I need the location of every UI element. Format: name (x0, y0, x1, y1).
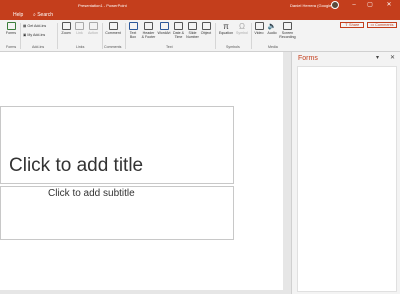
forms-label: Forms (5, 31, 17, 35)
subtitle-placeholder-text: Click to add subtitle (48, 188, 135, 199)
separator (251, 23, 252, 49)
comment-icon (108, 22, 118, 30)
link-label: Link (76, 31, 83, 35)
window-title: Presentation1 - PowerPoint (78, 3, 127, 8)
pane-options-button[interactable]: ▾ (376, 54, 379, 61)
group-forms: Forms (6, 45, 17, 49)
object-label: Object (200, 31, 212, 35)
subtitle-placeholder[interactable]: Click to add subtitle (0, 186, 234, 240)
equation-button[interactable]: π Equation (217, 22, 235, 35)
pane-close-button[interactable]: ✕ (390, 54, 395, 61)
zoom-button[interactable]: Zoom (60, 22, 72, 35)
action-label: Action (88, 31, 98, 35)
audio-button[interactable]: 🔈 Audio (266, 22, 278, 35)
header-footer-label: Header & Footer (141, 31, 156, 39)
text-box-button[interactable]: Text Box (127, 22, 139, 39)
share-button[interactable]: ⇪ Share (340, 22, 364, 28)
pi-icon: π (223, 22, 229, 31)
store-icon: ▦ (23, 24, 27, 28)
date-time-button[interactable]: Date & Time (172, 22, 185, 39)
forms-pane: Forms ▾ ✕ (291, 52, 400, 294)
slide-number-button[interactable]: Slide Number (186, 22, 199, 39)
user-name[interactable]: Daniel Herrera (Google) (290, 3, 333, 8)
search-box[interactable]: ⌕ Search (33, 12, 53, 18)
calendar-icon (174, 22, 183, 30)
audio-label: Audio (267, 31, 277, 35)
group-media: Media (268, 45, 278, 49)
my-addins-button[interactable]: ▣ My Add-ins (23, 33, 45, 37)
date-time-label: Date & Time (173, 31, 184, 39)
action-icon (88, 22, 98, 30)
title-bar: Presentation1 - PowerPoint Daniel Herrer… (0, 0, 400, 10)
share-icon: ⇪ (344, 23, 348, 27)
action-button[interactable]: Action (86, 22, 100, 35)
omega-icon: Ω (239, 22, 245, 31)
equation-label: Equation (218, 31, 234, 35)
forms-icon (6, 22, 16, 30)
separator (215, 23, 216, 49)
forms-button[interactable]: Forms (4, 22, 18, 35)
group-text: Text (166, 45, 173, 49)
separator (102, 23, 103, 49)
group-links: Links (76, 45, 85, 49)
object-icon (201, 22, 211, 30)
speaker-icon: 🔈 (267, 23, 277, 30)
screen-recording-button[interactable]: Screen Recording (278, 22, 297, 39)
close-window-button[interactable]: ✕ (384, 1, 394, 9)
wordart-button[interactable]: WordArt (157, 22, 171, 35)
symbol-button[interactable]: Ω Symbol (235, 22, 249, 35)
share-label: Share (349, 23, 360, 27)
wordart-label: WordArt (157, 31, 171, 35)
text-box-icon (128, 22, 138, 30)
header-footer-icon (144, 22, 153, 30)
separator (57, 23, 58, 49)
group-addins: Add-ins (32, 45, 45, 49)
video-icon (254, 22, 264, 30)
video-label: Video (254, 31, 264, 35)
screen-recording-label: Screen Recording (279, 31, 296, 39)
wordart-icon (159, 22, 169, 30)
pane-content (297, 66, 397, 292)
title-placeholder-text: Click to add title (9, 155, 144, 176)
object-button[interactable]: Object (200, 22, 212, 35)
tab-help[interactable]: Help (13, 12, 23, 18)
search-label: Search (37, 12, 54, 18)
comments-label: Comments (375, 23, 394, 27)
symbol-label: Symbol (236, 31, 248, 35)
header-footer-button[interactable]: Header & Footer (141, 22, 156, 39)
video-button[interactable]: Video (253, 22, 265, 35)
group-symbols: Symbols (226, 45, 240, 49)
screen-recording-icon (283, 22, 292, 30)
minimize-button[interactable]: – (349, 1, 359, 9)
my-addins-label: My Add-ins (27, 33, 46, 37)
link-button[interactable]: Link (74, 22, 85, 35)
get-addins-label: Get Add-ins (27, 24, 47, 28)
zoom-label: Zoom (61, 31, 71, 35)
comments-button[interactable]: ▭ Comments (367, 22, 397, 28)
zoom-icon (61, 22, 71, 30)
comment-label: Comment (105, 31, 121, 35)
text-box-label: Text Box (129, 31, 137, 39)
separator (20, 23, 21, 49)
get-addins-button[interactable]: ▦ Get Add-ins (23, 24, 46, 28)
pane-title: Forms (298, 55, 318, 62)
link-icon (75, 22, 84, 30)
comments-icon: ▭ (370, 23, 375, 27)
separator (125, 23, 126, 49)
comment-button[interactable]: Comment (104, 22, 122, 35)
group-comments: Comments (104, 45, 122, 49)
addins-icon: ▣ (23, 33, 27, 37)
maximize-button[interactable]: ▢ (365, 1, 375, 9)
slide-number-label: Slide Number (186, 31, 199, 39)
menu-bar: Help ⌕ Search (0, 10, 400, 20)
search-icon: ⌕ (33, 12, 36, 18)
avatar[interactable] (331, 1, 339, 9)
title-placeholder[interactable]: Click to add title (0, 106, 234, 184)
slide-number-icon (188, 22, 197, 30)
